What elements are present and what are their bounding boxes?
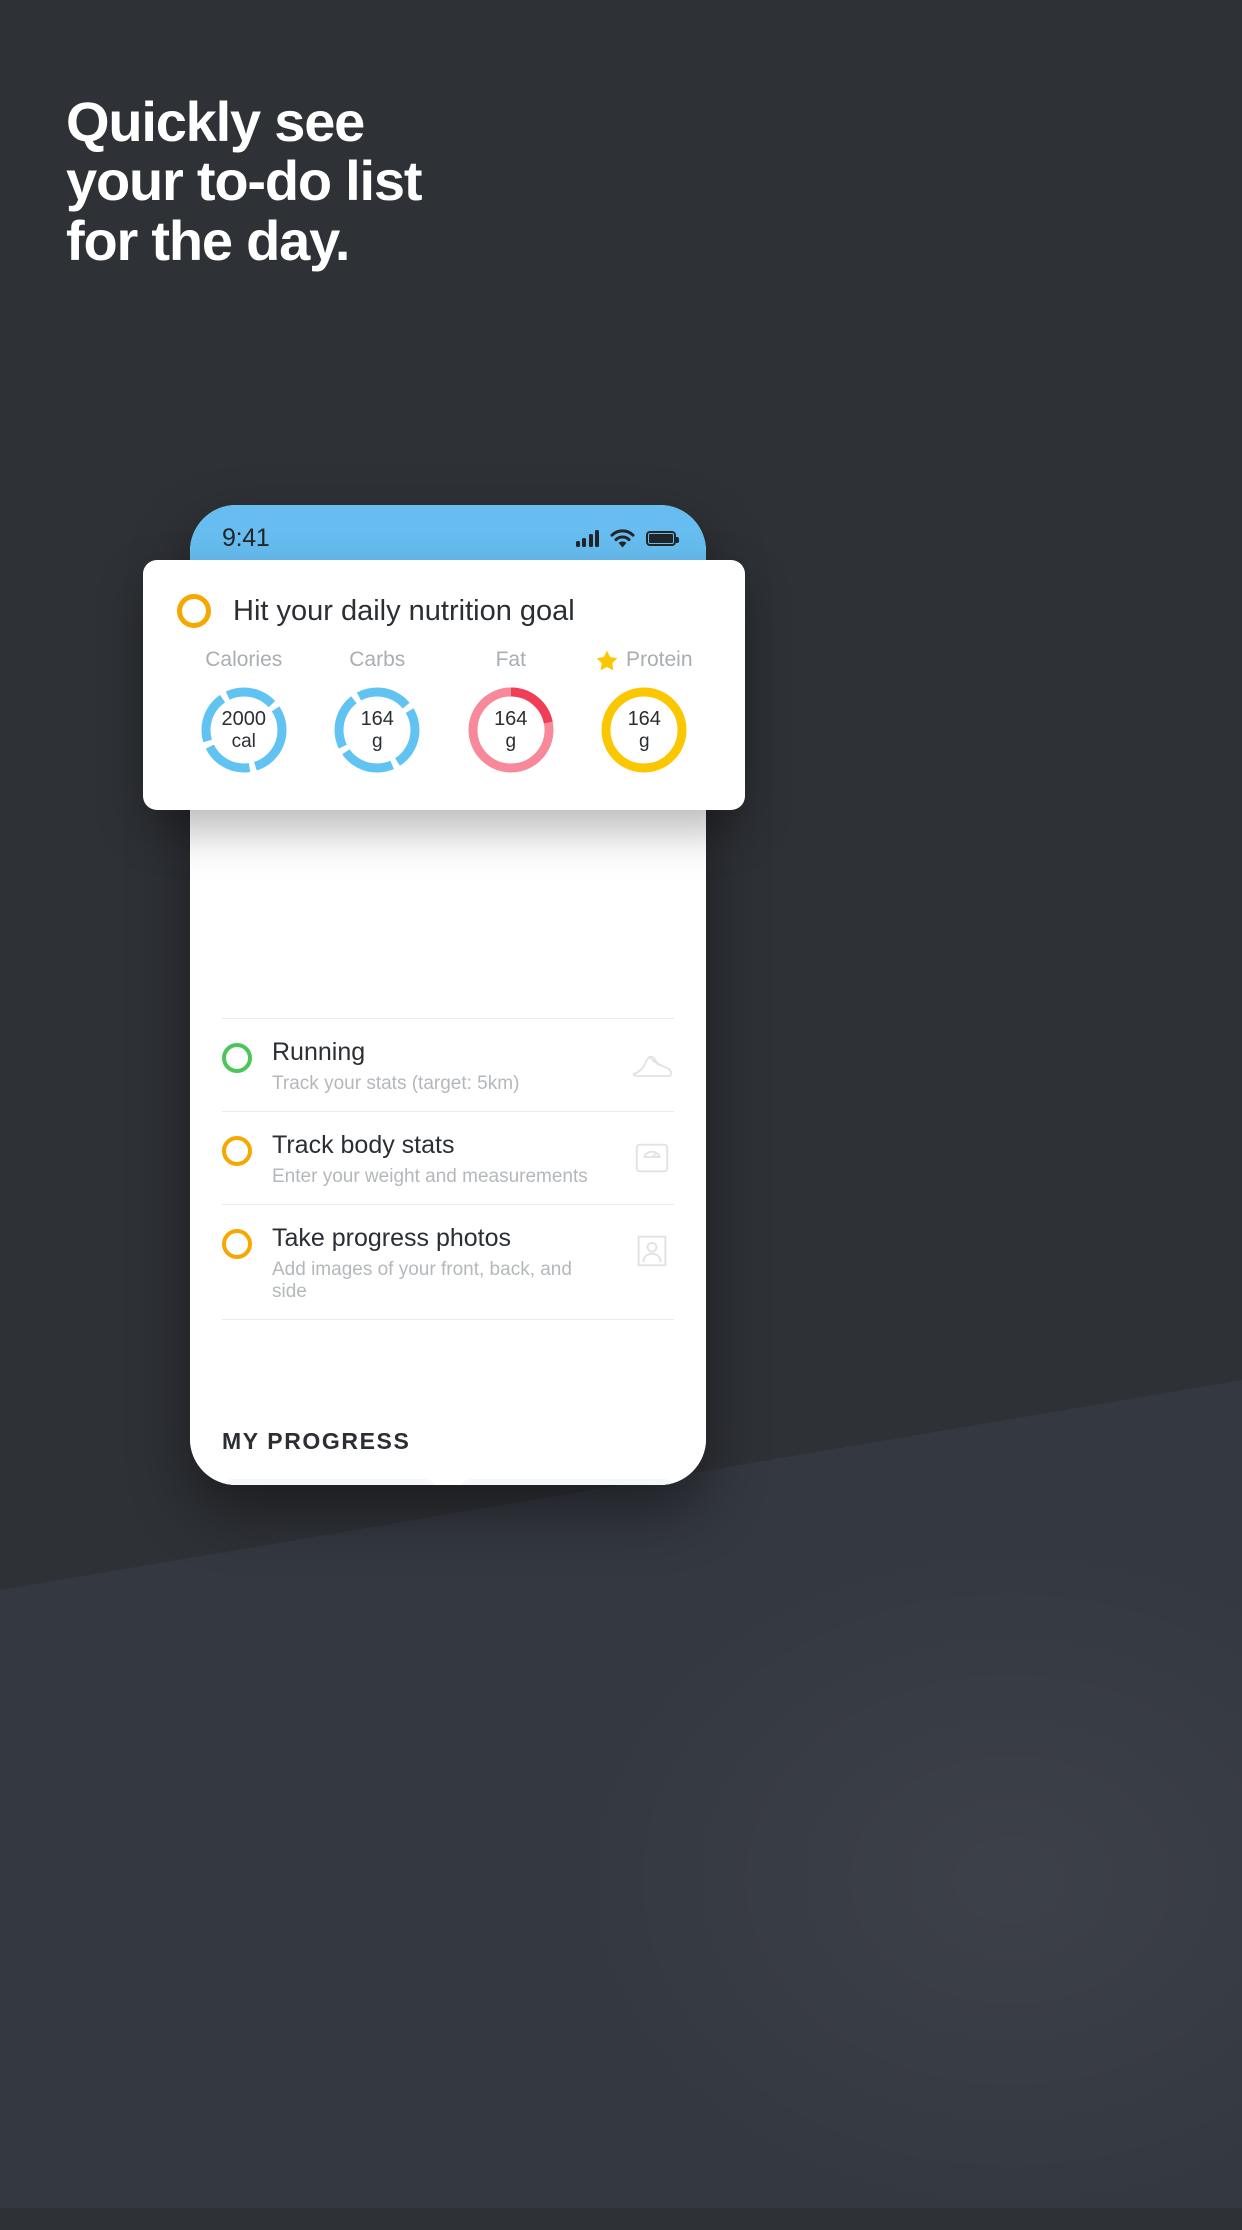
- macro-carbs[interactable]: Carbs 164 g: [311, 648, 445, 776]
- macro-donut: 164 g: [598, 684, 690, 776]
- macro-label-wrap: Carbs: [349, 648, 405, 672]
- progress-cards-row: Body Weight 100 kg: [190, 1479, 706, 1485]
- macro-amount: 164: [494, 708, 528, 731]
- status-bar-clock: 9:41: [222, 523, 270, 552]
- nutrition-card-title: Hit your daily nutrition goal: [233, 594, 575, 627]
- battery-icon: [646, 530, 679, 546]
- wifi-icon: [610, 528, 635, 547]
- todo-item-track-body-stats[interactable]: Track body stats Enter your weight and m…: [222, 1112, 674, 1205]
- macro-label: Fat: [495, 648, 526, 671]
- progress-card-body-weight[interactable]: Body Weight 100 kg: [222, 1479, 435, 1485]
- signal-bars-icon: [575, 529, 599, 547]
- status-bar-icons: [575, 528, 679, 548]
- macro-unit: g: [505, 730, 517, 752]
- macro-donut: 2000 cal: [198, 684, 290, 776]
- macro-label: Calories: [205, 648, 283, 671]
- circle-unchecked-icon[interactable]: [222, 1229, 252, 1259]
- macro-amount: 164: [627, 708, 661, 731]
- macro-donut-text: 164 g: [331, 684, 423, 776]
- todo-list: Running Track your stats (target: 5km) T…: [190, 1018, 706, 1320]
- todo-item-texts: Running Track your stats (target: 5km): [272, 1037, 610, 1095]
- macro-unit: g: [638, 730, 650, 752]
- progress-card-label: Body Fat: [461, 1479, 674, 1485]
- todo-item-title: Track body stats: [272, 1131, 455, 1159]
- nutrition-macros-grid: Calories 2000 cal Carbs 164 g Fat 164 g …: [177, 648, 711, 776]
- star-icon: [596, 650, 618, 670]
- progress-section-title: MY PROGRESS: [222, 1428, 411, 1454]
- macro-protein[interactable]: Protein 164 g: [578, 648, 712, 776]
- todo-item-take-progress-photos[interactable]: Take progress photos Add images of your …: [222, 1205, 674, 1320]
- circle-unchecked-icon[interactable]: [177, 594, 211, 628]
- macro-donut-text: 2000 cal: [198, 684, 290, 776]
- sneaker-icon: [632, 1055, 673, 1077]
- macro-label-wrap: Calories: [205, 648, 282, 672]
- macro-unit: cal: [231, 730, 256, 752]
- macro-label-wrap: Fat: [496, 648, 526, 672]
- todo-item-title: Take progress photos: [272, 1224, 512, 1252]
- macro-label: Carbs: [349, 648, 406, 671]
- macro-amount: 2000: [221, 708, 267, 731]
- todo-item-subtitle: Enter your weight and measurements: [272, 1166, 588, 1187]
- macro-donut: 164 g: [331, 684, 423, 776]
- progress-card-label: Body Weight: [222, 1479, 435, 1485]
- nutrition-goal-card[interactable]: Hit your daily nutrition goal Calories 2…: [143, 560, 745, 810]
- todo-item-texts: Track body stats Enter your weight and m…: [272, 1130, 610, 1188]
- macro-amount: 164: [360, 708, 394, 731]
- todo-item-subtitle: Track your stats (target: 5km): [272, 1073, 520, 1094]
- scale-icon: [635, 1143, 669, 1173]
- circle-unchecked-icon[interactable]: [222, 1043, 252, 1073]
- macro-donut: 164 g: [465, 684, 557, 776]
- macro-unit: g: [371, 730, 383, 752]
- status-bar: 9:41: [190, 505, 706, 561]
- todo-item-running[interactable]: Running Track your stats (target: 5km): [222, 1018, 674, 1112]
- nutrition-card-header: Hit your daily nutrition goal: [177, 594, 711, 628]
- page-headline: Quickly see your to-do list for the day.: [66, 90, 423, 272]
- todo-item-subtitle: Add images of your front, back, and side: [272, 1259, 572, 1302]
- macro-donut-text: 164 g: [465, 684, 557, 776]
- progress-card-body-fat[interactable]: Body Fat 23 %: [461, 1479, 674, 1485]
- macro-fat[interactable]: Fat 164 g: [444, 648, 578, 776]
- macro-label: Protein: [625, 648, 693, 671]
- person-photo-icon: [637, 1235, 667, 1267]
- macro-donut-text: 164 g: [598, 684, 690, 776]
- circle-unchecked-icon[interactable]: [222, 1136, 252, 1166]
- todo-item-texts: Take progress photos Add images of your …: [272, 1223, 610, 1303]
- macro-calories[interactable]: Calories 2000 cal: [177, 648, 311, 776]
- macro-label-wrap: Protein: [596, 648, 693, 672]
- todo-item-title: Running: [272, 1038, 366, 1066]
